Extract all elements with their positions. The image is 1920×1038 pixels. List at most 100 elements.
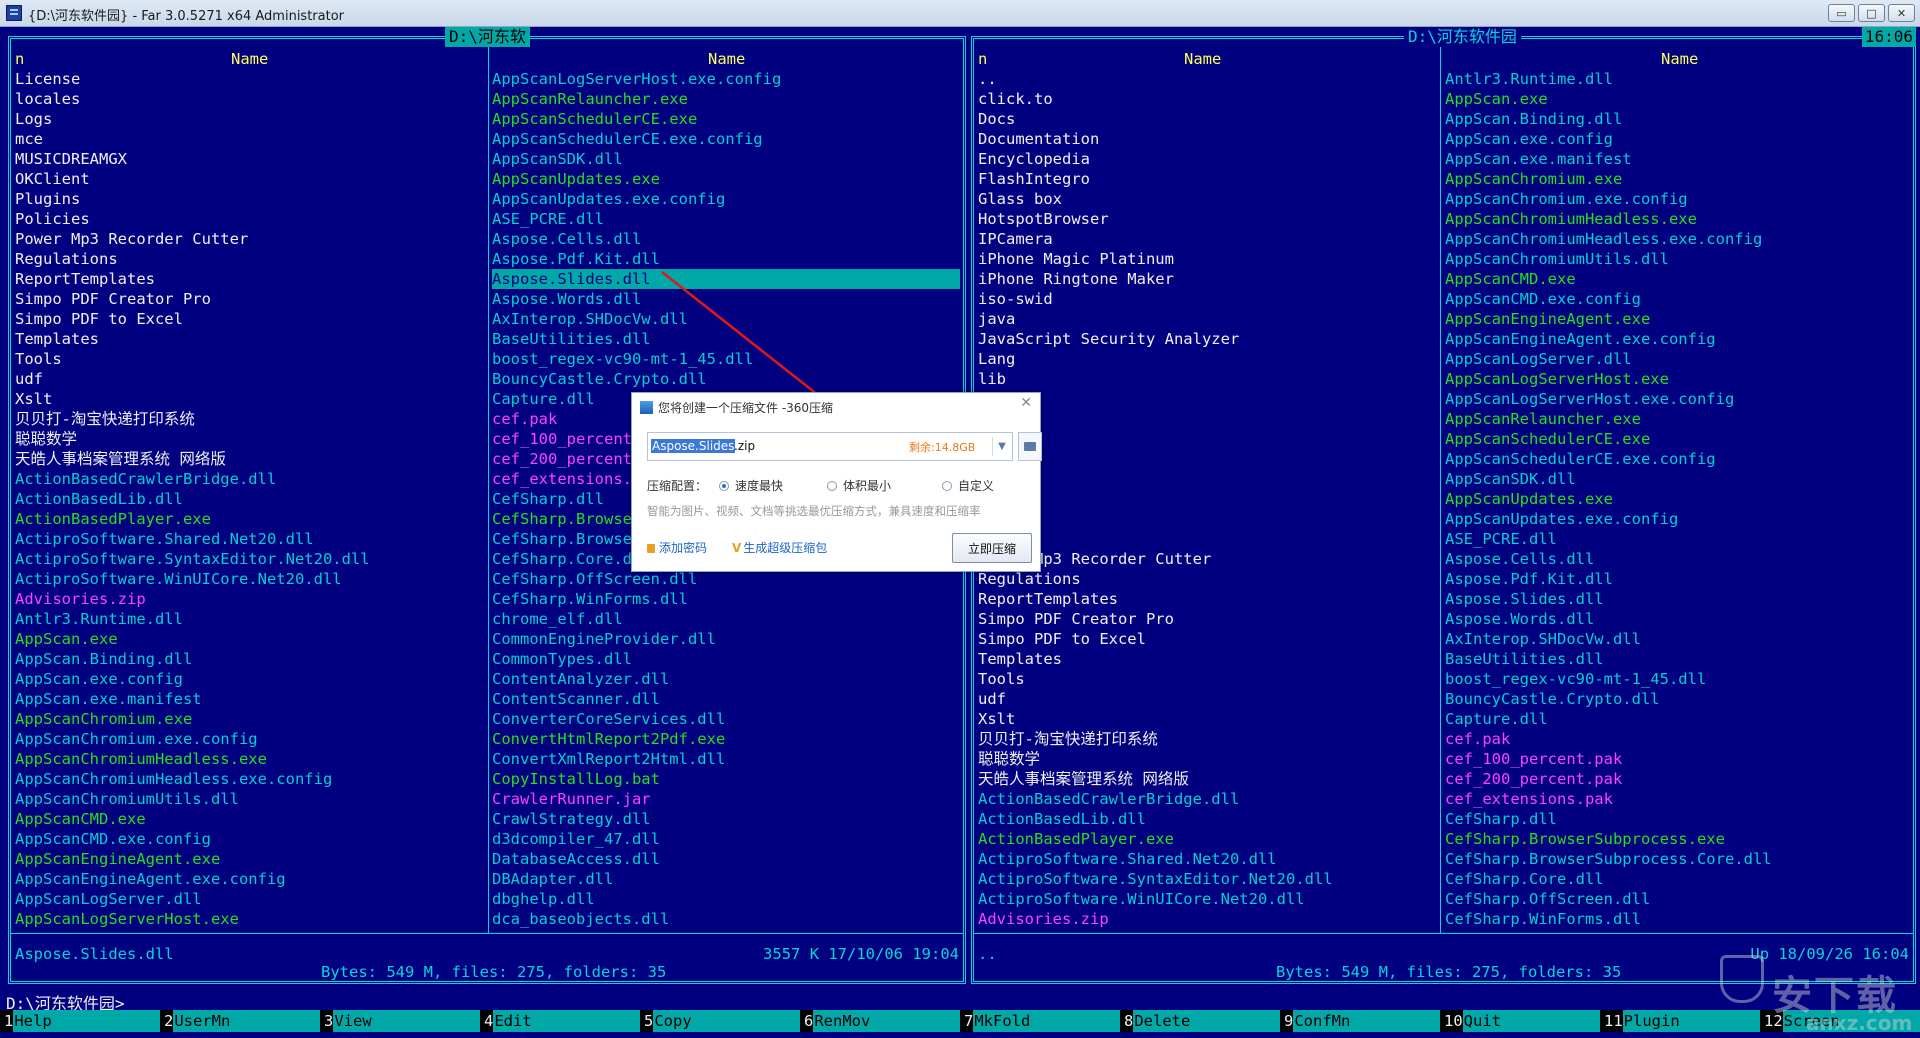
file-row[interactable]: Power Mp3 Recorder Cutter [15,229,485,249]
file-row[interactable]: ActiproSoftware.Shared.Net20.dll [978,849,1436,869]
file-row[interactable]: click.to [978,89,1436,109]
file-row[interactable]: ContentAnalyzer.dll [492,669,960,689]
file-row[interactable]: AppScanChromiumUtils.dll [15,789,485,809]
file-row[interactable]: AxInterop.SHDocVw.dll [492,309,960,329]
fkey-renmov[interactable]: 6RenMov [804,1010,961,1032]
radio-fastest[interactable]: 速度最快 [719,477,783,494]
file-row[interactable]: OKClient [15,169,485,189]
file-row[interactable] [978,449,1436,469]
file-row[interactable]: CefSharp.WinForms.dll [492,589,960,609]
file-row[interactable]: AppScanCMD.exe [15,809,485,829]
column-header[interactable]: n Name [978,49,1436,69]
file-row[interactable]: t [978,489,1436,509]
file-row[interactable]: Antlr3.Runtime.dll [1445,69,1911,89]
file-row[interactable]: Aspose.Words.dll [1445,609,1911,629]
right-file-panel[interactable]: D:\河东软件园 16:06 n Name .. click.to Docs Docum… [971,27,1916,984]
file-row[interactable]: ActionBasedCrawlerBridge.dll [15,469,485,489]
file-row[interactable]: AppScanChromium.exe.config [15,729,485,749]
file-row[interactable] [978,509,1436,529]
file-row[interactable]: AppScan.Binding.dll [1445,109,1911,129]
file-row[interactable]: ActiproSoftware.WinUICore.Net20.dll [15,569,485,589]
file-row[interactable]: ContentScanner.dll [492,689,960,709]
fkey-edit[interactable]: 4Edit [484,1010,641,1032]
filename-extension[interactable]: .zip [734,439,755,453]
chevron-down-icon[interactable]: ▼ [992,437,1011,456]
file-row[interactable]: AppScanCMD.exe.config [15,829,485,849]
file-row[interactable]: ReportTemplates [15,269,485,289]
file-row[interactable]: AppScanChromiumHeadless.exe [15,749,485,769]
file-row[interactable]: CefSharp.BrowserSubprocess.Core.dll [1445,849,1911,869]
file-row[interactable]: AppScanSchedulerCE.exe.config [492,129,960,149]
file-row[interactable]: Antlr3.Runtime.dll [15,609,485,629]
fkey-quit[interactable]: 10Quit [1444,1010,1600,1032]
file-row[interactable]: udf [978,689,1436,709]
file-row[interactable]: ConverterCoreServices.dll [492,709,960,729]
file-row[interactable]: AppScanChromium.exe [1445,169,1911,189]
file-row[interactable]: AppScanChromiumUtils.dll [1445,249,1911,269]
file-row[interactable]: AppScan.exe.config [1445,129,1911,149]
file-row[interactable]: ActionBasedCrawlerBridge.dll [978,789,1436,809]
file-row[interactable]: Aspose.Cells.dll [1445,549,1911,569]
file-row[interactable]: BouncyCastle.Crypto.dll [1445,689,1911,709]
radio-smallest[interactable]: 体积最小 [827,477,891,494]
add-password-link[interactable]: 添加密码 [647,539,707,556]
file-row[interactable]: CrawlerRunner.jar [492,789,960,809]
file-row[interactable]: Simpo PDF Creator Pro [15,289,485,309]
file-row[interactable]: CopyInstallLog.bat [492,769,960,789]
file-row[interactable]: AppScanEngineAgent.exe [15,849,485,869]
file-row[interactable]: AppScan.exe.config [15,669,485,689]
fkey-confmn[interactable]: 9ConfMn [1284,1010,1441,1032]
file-row[interactable]: Simpo PDF to Excel [15,309,485,329]
dialog-close-icon[interactable]: ✕ [1020,395,1032,411]
file-row[interactable]: boost_regex-vc90-mt-1_45.dll [1445,669,1911,689]
file-row[interactable]: AppScanChromiumHeadless.exe [1445,209,1911,229]
file-row[interactable]: CefSharp.OffScreen.dll [1445,889,1911,909]
file-row[interactable]: Documentation [978,129,1436,149]
file-row[interactable]: Regulations [978,569,1436,589]
file-row[interactable]: cef_100_percent.pak [1445,749,1911,769]
file-row[interactable]: AppScanEngineAgent.exe.config [15,869,485,889]
file-row[interactable]: ReportTemplates [978,589,1436,609]
file-row[interactable]: AppScanChromiumHeadless.exe.config [15,769,485,789]
file-row[interactable]: JavaScript Security Analyzer [978,329,1436,349]
super-package-link[interactable]: V 生成超级压缩包 [732,539,827,556]
file-row[interactable]: AppScanSchedulerCE.exe.config [1445,449,1911,469]
file-row[interactable]: AppScanChromiumHeadless.exe.config [1445,229,1911,249]
file-row[interactable]: Glass box [978,189,1436,209]
fkey-mkfold[interactable]: 7MkFold [964,1010,1121,1032]
file-row[interactable]: AppScanSchedulerCE.exe [492,109,960,129]
file-row[interactable]: Docs [978,109,1436,129]
file-row[interactable]: AppScanUpdates.exe.config [1445,509,1911,529]
file-row[interactable]: BaseUtilities.dll [1445,649,1911,669]
file-row[interactable]: Power Mp3 Recorder Cutter [978,549,1436,569]
file-row[interactable]: Lang [978,349,1436,369]
file-row[interactable]: AppScan.exe.manifest [1445,149,1911,169]
column-header[interactable]: Name [1445,49,1911,69]
file-row[interactable]: lib [978,369,1436,389]
file-row[interactable]: AppScanUpdates.exe [1445,489,1911,509]
fkey-view[interactable]: 3View [324,1010,481,1032]
fkey-help[interactable]: 1Help [4,1010,161,1032]
maximize-button[interactable]: □ [1858,4,1885,22]
file-row[interactable]: AppScanUpdates.exe.config [492,189,960,209]
file-row[interactable]: iso-swid [978,289,1436,309]
file-row[interactable]: cef_200_percent.pak [1445,769,1911,789]
file-row[interactable]: Plugins [15,189,485,209]
file-row[interactable]: CommonEngineProvider.dll [492,629,960,649]
file-row[interactable]: 天皓人事档案管理系统 网络版 [978,769,1436,789]
file-row[interactable]: AppScanLogServerHost.exe.config [492,69,960,89]
file-row[interactable]: 贝贝打-淘宝快递打印系统 [15,409,485,429]
file-row[interactable]: AppScanRelauncher.exe [492,89,960,109]
file-row[interactable]: chrome_elf.dll [492,609,960,629]
file-row[interactable]: ASE_PCRE.dll [492,209,960,229]
compress-now-button[interactable]: 立即压缩 [952,533,1032,563]
file-row[interactable]: d3dcompiler_47.dll [492,829,960,849]
column-header[interactable]: n Name [15,49,485,69]
fkey-usermn[interactable]: 2UserMn [164,1010,321,1032]
file-row[interactable]: dbghelp.dll [492,889,960,909]
file-row[interactable]: Encyclopedia [978,149,1436,169]
file-row[interactable]: AppScanSDK.dll [492,149,960,169]
file-row[interactable]: AppScan.Binding.dll [15,649,485,669]
file-row[interactable]: locales [15,89,485,109]
file-row[interactable]: Templates [15,329,485,349]
